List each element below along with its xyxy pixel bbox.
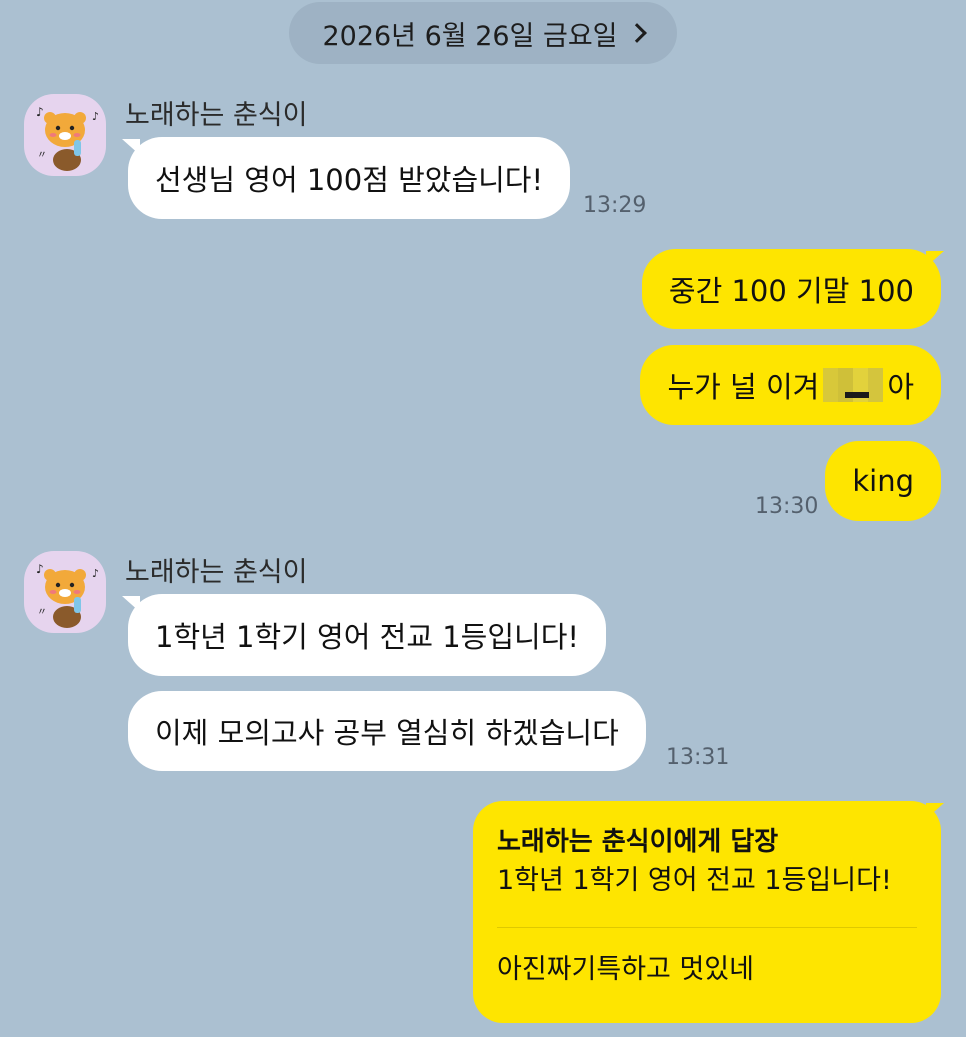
svg-text:〃: 〃 bbox=[37, 607, 47, 618]
reply-title: 노래하는 춘식이에게 답장 bbox=[497, 827, 779, 857]
reply-text: 아진짜기특하고 멋있네 bbox=[497, 954, 754, 985]
message-time: 13:31 bbox=[666, 745, 730, 770]
sender-name: 노래하는 춘식이 bbox=[125, 100, 308, 131]
message-bubble[interactable]: 선생님 영어 100점 받았습니다! bbox=[128, 137, 571, 219]
chevron-right-icon bbox=[626, 23, 647, 43]
reply-divider bbox=[497, 927, 917, 928]
message-bubble[interactable]: 1학년 1학기 영어 전교 1등입니다! bbox=[128, 594, 607, 676]
message-text: king bbox=[852, 464, 914, 498]
chunsik-avatar-icon: ♪ ♪ 〃 bbox=[36, 562, 99, 628]
my-message-bubble[interactable]: king bbox=[825, 441, 941, 521]
message-text: 중간 100 기말 100 bbox=[668, 274, 914, 308]
avatar[interactable]: ♪ ♪ 〃 bbox=[24, 551, 106, 633]
svg-text:♪: ♪ bbox=[92, 567, 99, 580]
reply-message-bubble[interactable]: 노래하는 춘식이에게 답장 1학년 1학기 영어 전교 1등입니다! 아진짜기특… bbox=[473, 801, 941, 1023]
message-text: 누가 널 이겨 bbox=[667, 370, 820, 404]
svg-text:♪: ♪ bbox=[92, 110, 99, 123]
avatar[interactable]: ♪ ♪ 〃 bbox=[24, 94, 106, 176]
message-text: 선생님 영어 100점 받았습니다! bbox=[155, 163, 544, 197]
message-time: 13:29 bbox=[583, 193, 647, 218]
my-message-bubble[interactable]: 누가 널 이겨 아 bbox=[640, 345, 941, 425]
chunsik-avatar-icon: ♪ ♪ 〃 bbox=[36, 105, 99, 171]
message-text: 이제 모의고사 공부 열심히 하겠습니다 bbox=[155, 716, 619, 750]
svg-text:♪: ♪ bbox=[36, 562, 44, 576]
svg-text:♪: ♪ bbox=[36, 105, 44, 119]
sender-name: 노래하는 춘식이 bbox=[125, 557, 308, 588]
message-time: 13:30 bbox=[755, 494, 819, 519]
my-message-bubble[interactable]: 중간 100 기말 100 bbox=[641, 249, 941, 329]
svg-text:〃: 〃 bbox=[37, 150, 47, 161]
date-header-label: 2026년 6월 26일 금요일 bbox=[322, 20, 618, 52]
date-header[interactable]: 2026년 6월 26일 금요일 bbox=[289, 2, 677, 64]
message-text: 1학년 1학기 영어 전교 1등입니다! bbox=[155, 620, 580, 654]
redacted-blur bbox=[823, 368, 884, 402]
message-bubble[interactable]: 이제 모의고사 공부 열심히 하겠습니다 bbox=[128, 691, 646, 771]
message-text: 아 bbox=[887, 370, 914, 404]
reply-quoted-message[interactable]: 1학년 1학기 영어 전교 1등입니다! bbox=[497, 861, 917, 901]
